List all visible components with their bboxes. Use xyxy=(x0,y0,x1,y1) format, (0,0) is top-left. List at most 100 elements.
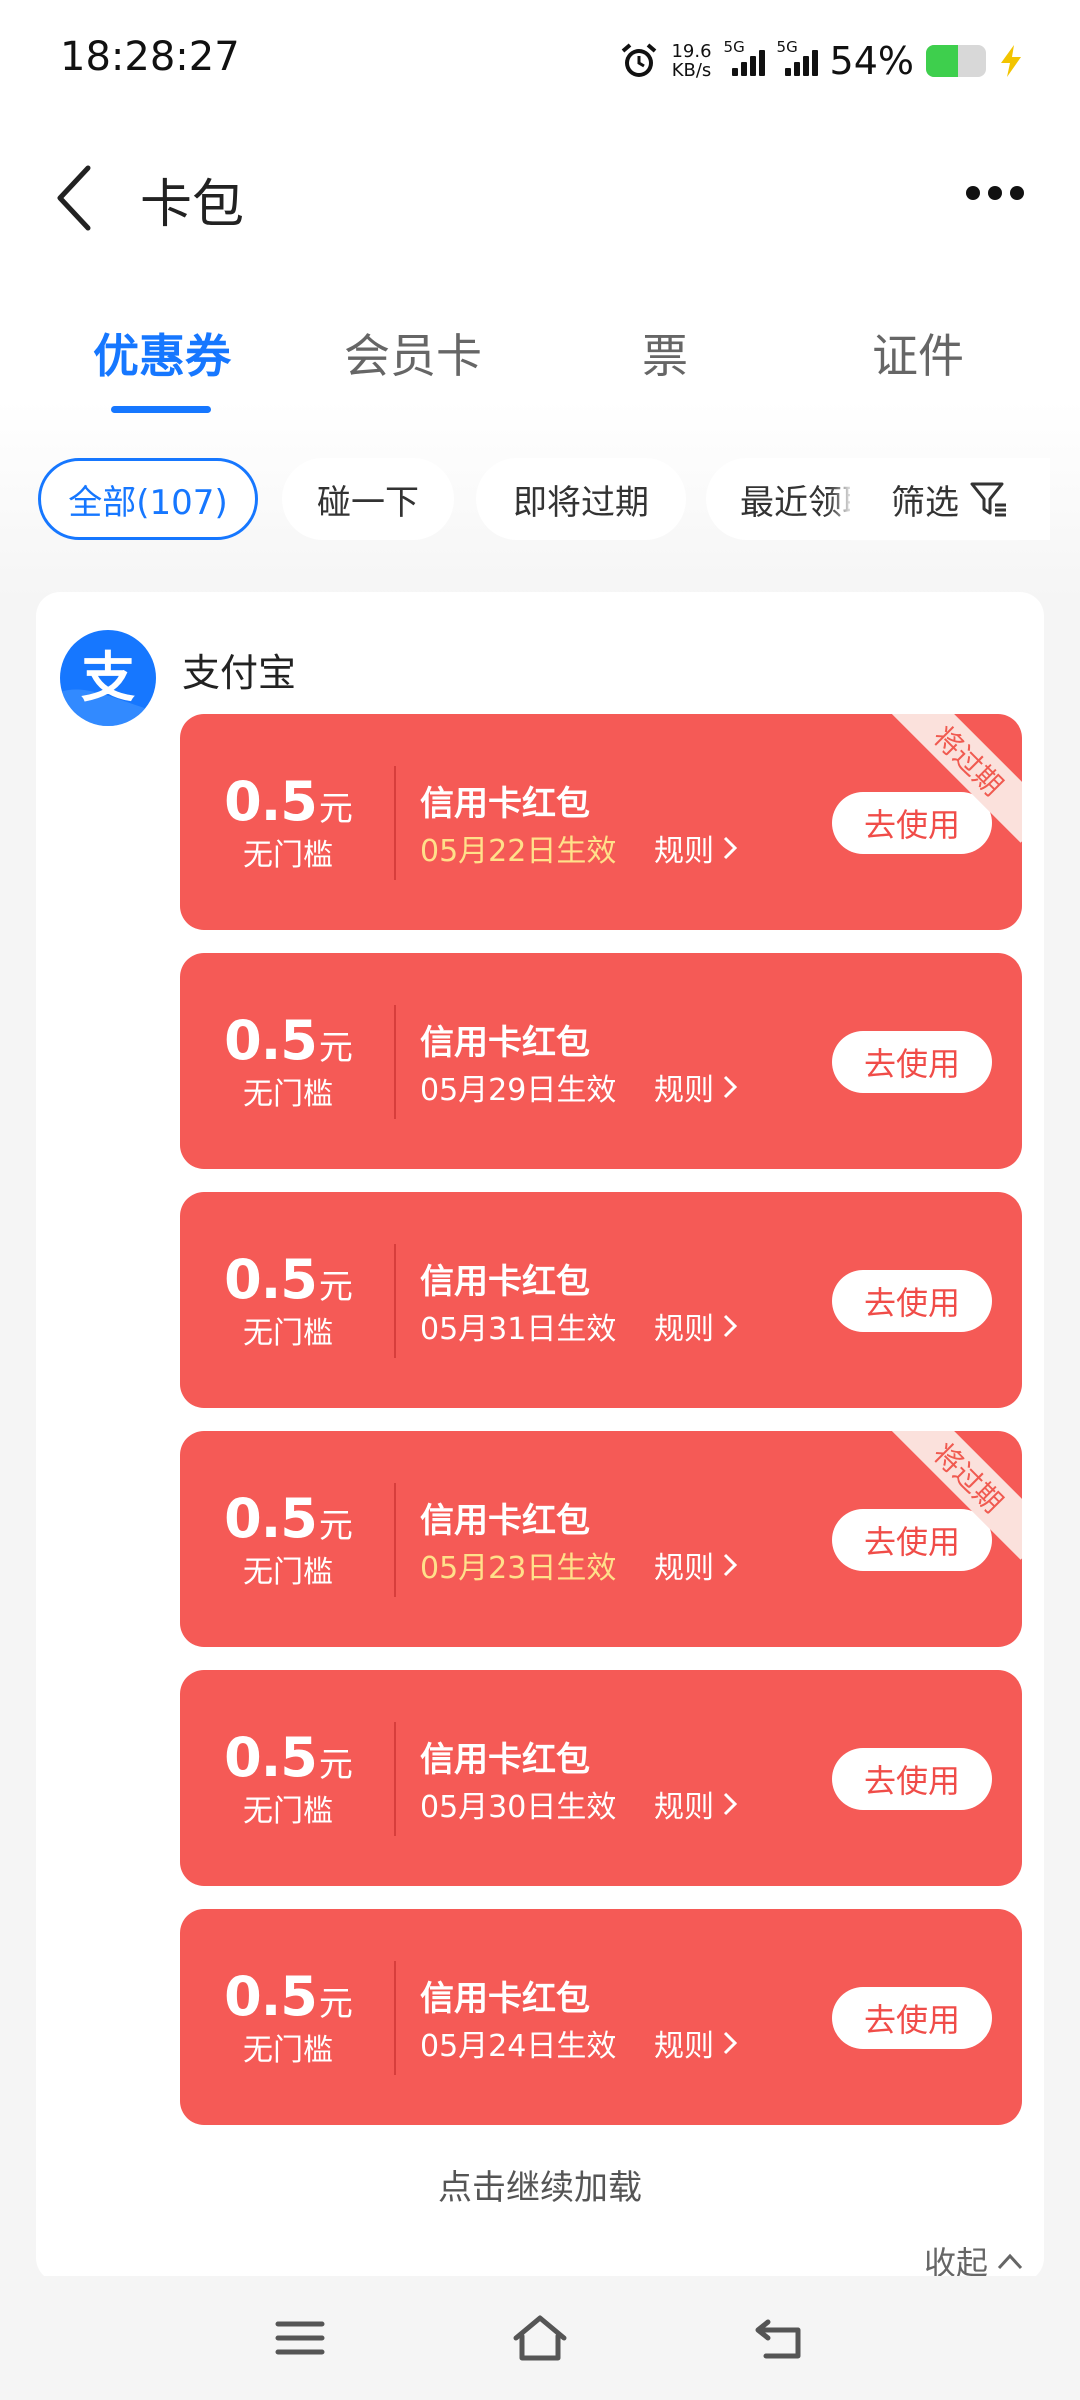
coupon-card[interactable]: 0.5元无门槛 信用卡红包 05月31日生效 规则 去使用 xyxy=(180,1192,1022,1408)
home-icon[interactable] xyxy=(510,2312,570,2364)
more-options-icon[interactable] xyxy=(966,178,1036,208)
coupon-rules-label: 规则 xyxy=(654,1551,714,1586)
coupon-amount: 0.5元 xyxy=(180,1248,396,1311)
coupon-title: 信用卡红包 xyxy=(420,1740,590,1780)
filter-chip-expiring[interactable]: 即将过期 xyxy=(476,458,686,540)
tab-coupons[interactable]: 优惠券 xyxy=(62,320,262,386)
coupon-amount-value: 0.5 xyxy=(224,770,318,833)
coupon-threshold: 无门槛 xyxy=(243,1077,333,1112)
alipay-logo-glyph: 支 xyxy=(81,646,135,709)
tab-certificates[interactable]: 证件 xyxy=(818,320,1018,386)
funnel-icon xyxy=(970,482,1006,517)
coupon-amount-unit: 元 xyxy=(318,1506,353,1546)
net-speed-value: 19.6 xyxy=(671,41,712,62)
coupon-rules-link[interactable]: 规则 xyxy=(654,1065,740,1109)
net-speed-unit: KB/s xyxy=(671,60,712,81)
alarm-icon xyxy=(622,43,657,77)
coupon-divider xyxy=(394,1961,396,2075)
coupon-card[interactable]: 0.5元 无门槛 信用卡红包 05月30日生效 规则 去使用 xyxy=(180,1670,1022,1886)
coupon-amount: 0.5元 xyxy=(180,1726,396,1789)
coupon-title: 信用卡红包 xyxy=(420,784,590,824)
coupon-effective-date: 05月23日生效 xyxy=(420,1551,617,1586)
filter-chip-all[interactable]: 全部(107) xyxy=(38,458,258,540)
chevron-right-icon xyxy=(723,1314,738,1338)
coupon-amount-unit: 元 xyxy=(318,1028,353,1068)
coupon-amount-value: 0.5 xyxy=(224,1726,318,1789)
load-more-link[interactable]: 点击继续加载 xyxy=(36,2160,1044,2209)
merchant-name: 支付宝 xyxy=(182,651,297,695)
coupon-card[interactable]: 0.5元 无门槛 信用卡红包 05月23日生效 规则 去使用 将过期 xyxy=(180,1431,1022,1647)
use-coupon-button[interactable]: 去使用 xyxy=(832,1509,992,1571)
coupon-threshold: 无门槛 xyxy=(243,1316,333,1351)
coupon-rules-label: 规则 xyxy=(654,834,714,869)
coupon-rules-link[interactable]: 规则 xyxy=(654,1304,740,1348)
filter-chip-tap[interactable]: 碰一下 xyxy=(282,458,454,540)
status-icons: 19.6 KB/s 5G 5G 54% xyxy=(619,36,1024,86)
coupon-rules-link[interactable]: 规则 xyxy=(654,1782,740,1826)
chevron-right-icon xyxy=(723,1553,738,1577)
net-speed: 19.6 KB/s xyxy=(671,42,711,80)
coupon-divider xyxy=(394,766,396,880)
coupon-amount: 0.5元 xyxy=(180,1487,396,1550)
use-coupon-button[interactable]: 去使用 xyxy=(832,1987,992,2049)
coupon-divider xyxy=(394,1483,396,1597)
app-header: 卡包 xyxy=(0,140,1080,260)
signal-label-2: 5G xyxy=(776,38,798,56)
menu-icon[interactable] xyxy=(270,2312,330,2364)
coupon-amount-value: 0.5 xyxy=(224,1965,318,2028)
coupon-title: 信用卡红包 xyxy=(420,1262,590,1302)
coupon-amount-unit: 元 xyxy=(318,789,353,829)
coupon-title: 信用卡红包 xyxy=(420,1501,590,1541)
charging-icon xyxy=(1001,45,1021,77)
coupon-rules-link[interactable]: 规则 xyxy=(654,826,740,870)
back-arrow-icon[interactable] xyxy=(50,158,100,238)
coupon-threshold: 无门槛 xyxy=(243,2033,333,2068)
chevron-right-icon xyxy=(723,2031,738,2055)
coupon-divider xyxy=(394,1244,396,1358)
signal-icon-1: 5G xyxy=(724,38,765,76)
coupon-group-card: 支 支付宝 0.5元 无门槛 信用卡红包 05月22日生效 规则 去使用 将过期 0.5元 无门… xyxy=(36,592,1044,2282)
status-bar: 18:28:27 19.6 KB/s 5G 5G 54% xyxy=(0,0,1080,120)
coupon-amount-unit: 元 xyxy=(318,1984,353,2024)
coupon-effective-date: 05月24日生效 xyxy=(420,2029,617,2064)
coupon-card[interactable]: 0.5元无门槛 信用卡红包 05月29日生效 规则 去使用 xyxy=(180,953,1022,1169)
coupon-amount-unit: 元 xyxy=(318,1267,353,1307)
back-nav-icon[interactable] xyxy=(750,2312,810,2364)
coupon-rules-label: 规则 xyxy=(654,1073,714,1108)
coupon-effective-date: 05月30日生效 xyxy=(420,1790,617,1825)
battery-percent: 54% xyxy=(829,39,914,83)
coupon-amount-unit: 元 xyxy=(318,1745,353,1785)
filter-button[interactable]: 筛选 xyxy=(850,458,1050,540)
coupon-rules-label: 规则 xyxy=(654,1312,714,1347)
coupon-effective-date: 05月22日生效 xyxy=(420,834,617,869)
tab-bar: 优惠券 会员卡 票 证件 xyxy=(0,320,1080,420)
coupon-amount-value: 0.5 xyxy=(224,1248,318,1311)
filter-bar: 全部(107) 碰一下 即将过期 最近领取 筛选 xyxy=(0,458,1080,548)
coupon-effective-date: 05月31日生效 xyxy=(420,1312,617,1347)
coupon-title: 信用卡红包 xyxy=(420,1023,590,1063)
coupon-rules-link[interactable]: 规则 xyxy=(654,2021,740,2065)
coupon-divider xyxy=(394,1722,396,1836)
coupon-effective-date: 05月29日生效 xyxy=(420,1073,617,1108)
chevron-right-icon xyxy=(723,836,738,860)
use-coupon-button[interactable]: 去使用 xyxy=(832,1270,992,1332)
status-time: 18:28:27 xyxy=(60,34,240,80)
coupon-amount: 0.5元 xyxy=(180,1009,396,1072)
tab-membership-cards[interactable]: 会员卡 xyxy=(313,320,513,386)
use-coupon-button[interactable]: 去使用 xyxy=(832,1748,992,1810)
coupon-rules-link[interactable]: 规则 xyxy=(654,1543,740,1587)
chevron-right-icon xyxy=(723,1075,738,1099)
coupon-divider xyxy=(394,1005,396,1119)
coupon-card[interactable]: 0.5元 无门槛 信用卡红包 05月22日生效 规则 去使用 将过期 xyxy=(180,714,1022,930)
filter-button-label: 筛选 xyxy=(891,482,959,523)
coupon-card[interactable]: 0.5元无门槛 信用卡红包 05月24日生效 规则 去使用 xyxy=(180,1909,1022,2125)
chevron-right-icon xyxy=(723,1792,738,1816)
signal-label-1: 5G xyxy=(723,38,745,56)
tab-tickets[interactable]: 票 xyxy=(565,320,765,386)
coupon-amount: 0.5元 xyxy=(180,1965,396,2028)
system-nav-bar xyxy=(0,2276,1080,2400)
coupon-title: 信用卡红包 xyxy=(420,1979,590,2019)
tab-active-indicator xyxy=(111,406,211,413)
use-coupon-button[interactable]: 去使用 xyxy=(832,792,992,854)
use-coupon-button[interactable]: 去使用 xyxy=(832,1031,992,1093)
